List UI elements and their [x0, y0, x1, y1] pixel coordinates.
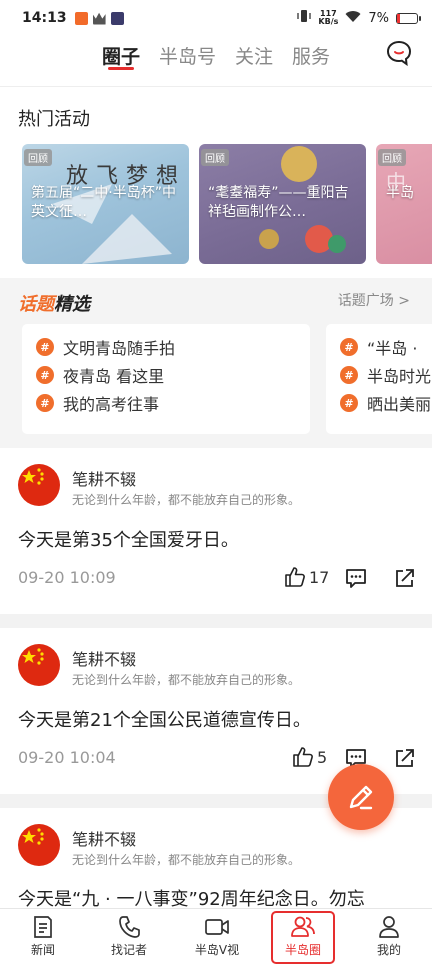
phone-icon	[119, 916, 140, 938]
activity-card[interactable]: 中 回顾 半岛	[376, 144, 432, 264]
network-speed: 117 KB/s	[318, 9, 339, 26]
nav-bandao-video[interactable]: 半岛V视	[182, 915, 252, 958]
avatar[interactable]	[18, 644, 60, 686]
hashtag-icon: #	[36, 394, 54, 412]
activity-card[interactable]: 回顾 “耄耋福寿”——重阳吉祥毡画制作公…	[199, 144, 366, 264]
play-store-icon	[110, 11, 124, 25]
battery-text: 7%	[368, 10, 389, 26]
activity-card[interactable]: 放飞梦想 回顾 第五届“二中·半岛杯”中英文征…	[22, 144, 189, 264]
replay-badge: 回顾	[201, 149, 229, 166]
post-user-signature: 无论到什么年龄，都不能放弃自己的形象。	[72, 493, 301, 507]
tab-bandao-account[interactable]: 半岛号	[159, 42, 216, 69]
replay-badge: 回顾	[24, 149, 52, 166]
topic-card: # 文明青岛随手拍 # 夜青岛 看这里 # 我的高考往事	[22, 324, 310, 434]
topic-item[interactable]: # 我的高考往事	[36, 389, 310, 417]
active-tab-indicator	[108, 67, 134, 70]
topic-item[interactable]: # 晒出美丽	[340, 389, 432, 417]
nav-mine[interactable]: 我的	[354, 915, 424, 958]
avatar[interactable]	[18, 464, 60, 506]
topic-item[interactable]: # 半岛时光	[340, 361, 432, 389]
tab-circle[interactable]: 圈子	[102, 42, 140, 69]
hashtag-icon: #	[340, 338, 358, 356]
topics-logo: 话题精选	[18, 294, 90, 315]
post-user-signature: 无论到什么年龄，都不能放弃自己的形象。	[72, 673, 301, 687]
hashtag-icon: #	[340, 366, 358, 384]
post-user-signature: 无论到什么年龄，都不能放弃自己的形象。	[72, 853, 301, 867]
nav-bandao-circle[interactable]: 半岛圈	[268, 915, 338, 958]
thumbs-up-icon	[293, 747, 313, 767]
post-time: 09-20 10:04	[18, 748, 116, 767]
tab-follow[interactable]: 关注	[235, 42, 273, 69]
topic-item[interactable]: # “半岛 ·	[340, 333, 432, 361]
video-icon	[205, 919, 229, 935]
like-button[interactable]: 17	[284, 566, 329, 588]
nav-news[interactable]: 新闻	[8, 915, 78, 958]
share-button[interactable]	[394, 747, 416, 769]
activity-card-title: 半岛	[386, 185, 414, 201]
notification-icons	[74, 11, 124, 25]
news-icon	[34, 916, 52, 938]
post-time: 09-20 10:09	[18, 568, 116, 587]
post-username[interactable]: 笔耕不辍	[72, 466, 136, 490]
topics-section: 话题精选 话题广场 > # 文明青岛随手拍 # 夜青岛 看这里 # 我的高考往事 # “…	[0, 278, 432, 448]
bottom-nav: 新闻 找记者 半岛V视 半岛圈 我的	[0, 908, 432, 964]
comment-button[interactable]	[345, 567, 367, 589]
topic-card: # “半岛 · # 半岛时光 # 晒出美丽	[326, 324, 432, 434]
status-bar: 14:13 117 KB/s 7%	[0, 0, 432, 36]
share-icon	[396, 569, 414, 587]
share-button[interactable]	[394, 567, 416, 589]
topic-item[interactable]: # 文明青岛随手拍	[36, 333, 310, 361]
post-card[interactable]: 笔耕不辍 无论到什么年龄，都不能放弃自己的形象。 今天是第35个全国爱牙日。 0…	[0, 448, 432, 614]
people-icon	[291, 916, 315, 937]
post-username[interactable]: 笔耕不辍	[72, 826, 136, 850]
hashtag-icon: #	[340, 394, 358, 412]
activity-card-title: 第五届“二中·半岛杯”中英文征…	[31, 185, 176, 220]
post-text[interactable]: 今天是第21个全国公民道德宣传日。	[18, 706, 311, 732]
nav-find-reporter[interactable]: 找记者	[94, 915, 164, 958]
user-icon	[379, 916, 399, 938]
tab-service[interactable]: 服务	[292, 42, 330, 69]
post-text[interactable]: 今天是第35个全国爱牙日。	[18, 526, 239, 552]
app-notification-icon	[74, 11, 88, 25]
hot-activities-section: 热门活动 放飞梦想 回顾 第五届“二中·半岛杯”中英文征… 回顾 “耄耋福寿”—…	[0, 86, 432, 278]
hashtag-icon: #	[36, 366, 54, 384]
activity-card-title: “耄耋福寿”——重阳吉祥毡画制作公…	[208, 185, 349, 220]
message-icon[interactable]	[386, 40, 412, 70]
top-nav: 圈子 半岛号 关注 服务	[0, 36, 432, 86]
replay-badge: 回顾	[378, 149, 406, 166]
status-time: 14:13	[22, 10, 67, 26]
post-username[interactable]: 笔耕不辍	[72, 646, 136, 670]
like-count: 17	[309, 567, 330, 587]
crown-icon	[92, 12, 106, 25]
topic-item[interactable]: # 夜青岛 看这里	[36, 361, 310, 389]
wifi-icon	[345, 10, 361, 27]
post-text[interactable]: 今天是“九 · 一八事变”92周年纪念日。勿忘	[18, 885, 365, 908]
compose-button[interactable]	[328, 764, 394, 830]
like-button[interactable]: 5	[292, 746, 327, 768]
hot-activities-title: 热门活动	[18, 109, 90, 130]
vibrate-icon	[297, 9, 312, 27]
topic-square-link[interactable]: 话题广场 >	[338, 290, 410, 310]
pencil-icon	[349, 785, 373, 810]
comment-icon	[346, 569, 366, 588]
avatar[interactable]	[18, 824, 60, 866]
share-icon	[396, 749, 414, 767]
battery-icon	[396, 12, 421, 24]
like-count: 5	[317, 747, 328, 767]
hashtag-icon: #	[36, 338, 54, 356]
thumbs-up-icon	[285, 567, 305, 587]
